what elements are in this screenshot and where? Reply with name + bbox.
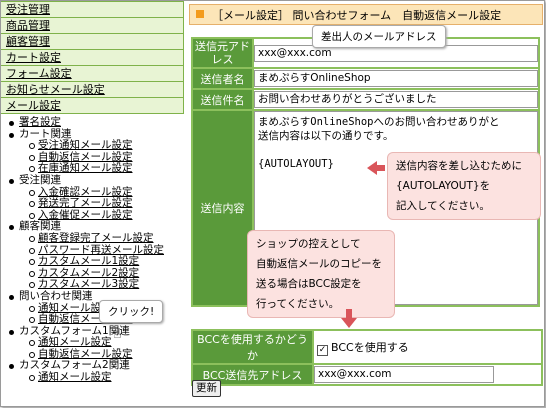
bcc-address-input[interactable]: xxx@xxx.com (313, 366, 494, 383)
menu-form-settings[interactable]: フォーム設定 (1, 66, 184, 82)
tree-group-label[interactable]: 署名設定 (19, 116, 61, 128)
menu-customers[interactable]: 顧客管理 (1, 34, 184, 50)
body-line: まめぷらすOnlineShopへのお問い合わせありがと (258, 116, 500, 128)
from-address-label: 送信元アドレス (191, 37, 254, 69)
note-line: 送る場合はBCC設定を (256, 278, 362, 290)
tree-group-label: 受注関連 (19, 173, 61, 186)
sidebar: 受注管理 商品管理 顧客管理 カート設定 フォーム設定 お知らせメール設定 メー… (1, 1, 184, 406)
tree-item-link[interactable]: 在庫通知メール設定 (38, 162, 133, 175)
note-line: {AUTOLAYOUT}を (396, 180, 491, 192)
tree-group-label: カート関連 (19, 127, 72, 140)
autolayout-note: 送信内容を差し込むために {AUTOLAYOUT}を 記入してください。 (387, 152, 541, 220)
tree-group-label: 顧客関連 (19, 220, 61, 233)
tree-item-link[interactable]: カスタムメール1設定 (38, 255, 139, 267)
note-line: 記入してください。 (396, 200, 490, 212)
menu-orders[interactable]: 受注管理 (1, 1, 184, 18)
bcc-checkbox-label: BCCを使用する (330, 340, 409, 354)
tree-group-label: 問い合わせ関連 (19, 289, 93, 302)
page-header: ［メール設定］ 問い合わせフォーム 自動返信メール設定 (189, 4, 543, 25)
sender-name-label: 送信者名 (191, 67, 254, 90)
tree-item-link[interactable]: 通知メール設定 (38, 371, 112, 383)
hand-cursor-icon: ☝ (113, 326, 122, 342)
click-note: クリック! (99, 300, 164, 323)
tree-item-link[interactable]: 発送完了メール設定 (38, 197, 133, 209)
tree-item-link[interactable]: カスタムメール2設定 (38, 267, 139, 279)
note-line: 行ってください。 (256, 298, 340, 310)
screenshot-frame: 受注管理 商品管理 顧客管理 カート設定 フォーム設定 お知らせメール設定 メー… (0, 0, 545, 407)
note-line: 自動返信メールのコピーを (256, 258, 382, 270)
body-label: 送信内容 (191, 109, 254, 307)
tree-item-link[interactable]: 通知メール設定 (38, 336, 112, 348)
subject-input[interactable]: お問い合わせありがとうございました (254, 91, 538, 108)
sender-name-input[interactable]: まめぷらすOnlineShop (254, 70, 538, 87)
arrow-left-icon (367, 161, 385, 175)
tree-item-link[interactable]: 入金催促メール設定 (38, 209, 133, 221)
menu-cart-settings[interactable]: カート設定 (1, 50, 184, 66)
note-line: 送信内容を差し込むために (396, 160, 522, 172)
bcc-checkbox[interactable]: ✓ (316, 344, 328, 356)
note-line: ショップの控えとして (256, 238, 361, 250)
tree-item-link[interactable]: 自動返信メール設定 (38, 151, 133, 163)
sidebar-menu: 受注管理 商品管理 顧客管理 カート設定 フォーム設定 お知らせメール設定 メー… (1, 1, 184, 114)
tree-item[interactable]: 通知メール設定 (1, 371, 184, 384)
from-address-note: 差出人のメールアドレス (312, 25, 446, 48)
menu-notice-mail[interactable]: お知らせメール設定 (1, 82, 184, 98)
page-title: ［メール設定］ 問い合わせフォーム 自動返信メール設定 (212, 9, 502, 22)
menu-products[interactable]: 商品管理 (1, 18, 184, 34)
bcc-note: ショップの控えとして 自動返信メールのコピーを 送る場合はBCC設定を 行ってく… (247, 230, 395, 318)
arrow-down-icon (341, 309, 357, 328)
tree-item-link[interactable]: パスワード再送メール設定 (38, 244, 164, 256)
subject-label: 送信件名 (191, 88, 254, 111)
header-square-icon (196, 10, 204, 18)
body-line: 送信内容は以下の通りです。 (258, 130, 394, 142)
update-button[interactable]: 更新 (192, 380, 221, 397)
bcc-table: BCCを使用するかどうか ✓ BCCを使用する BCC送信先アドレス xxx@xx… (191, 329, 544, 386)
menu-mail-settings[interactable]: メール設定 (1, 98, 184, 114)
mail-settings-tree: 署名設定 カート関連 受注通知メール設定 自動返信メール設定 在庫通知メール設定 受注関連… (1, 116, 184, 384)
bcc-use-label: BCCを使用するかどうか (191, 329, 314, 365)
tree-item-link[interactable]: 受注通知メール設定 (38, 139, 133, 151)
tree-item-link[interactable]: 入金確認メール設定 (38, 186, 133, 198)
tree-item-link[interactable]: 顧客登録完了メール設定 (38, 232, 154, 244)
tree-item-link[interactable]: カスタムメール3設定 (38, 278, 139, 291)
tree-group-label: カスタムフォーム2関連 (19, 359, 130, 372)
